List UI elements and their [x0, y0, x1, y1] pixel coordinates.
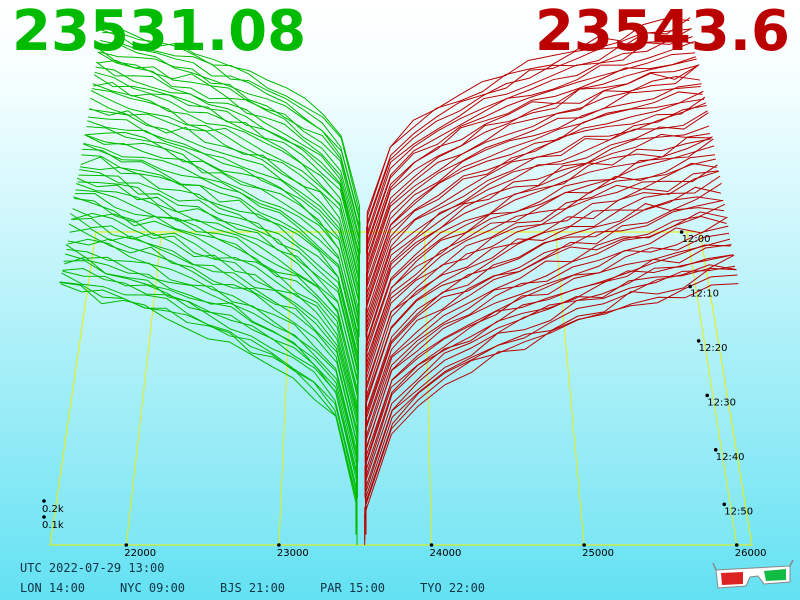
price-tick-1	[277, 543, 281, 547]
time-tick-label-1: 12:10	[690, 288, 719, 299]
timezone-tyo: TYO 22:00	[420, 581, 486, 595]
price-tick-2	[429, 543, 434, 547]
volume-tick-0	[42, 515, 46, 519]
timezone-par: PAR 15:00	[320, 581, 386, 595]
volume-tick-label-1: 0.2k	[42, 504, 64, 515]
time-tick-label-3: 12:30	[707, 397, 736, 408]
price-tick-label-4: 26000	[735, 548, 767, 559]
volume-tick-label-0: 0.1k	[42, 520, 64, 531]
volume-tick-1	[42, 499, 46, 503]
price-axis: 22000 23000 24000 25000 26000	[124, 543, 767, 559]
3d-glasses-icon[interactable]	[712, 560, 794, 594]
price-tick-label-3: 25000	[582, 548, 614, 559]
time-tick-label-2: 12:20	[699, 343, 728, 354]
price-tick-label-1: 23000	[277, 548, 309, 559]
timezone-bjs: BJS 21:00	[220, 581, 286, 595]
price-tick-label-2: 24000	[430, 548, 462, 559]
time-tick-label-4: 12:40	[716, 452, 745, 463]
time-tick-label-5: 12:50	[724, 506, 753, 517]
timezone-lon: LON 14:00	[20, 581, 86, 595]
timezone-nyc: NYC 09:00	[120, 581, 186, 595]
price-tick-4	[734, 543, 739, 547]
price-tick-0	[124, 543, 129, 547]
depth-chart: 22000 23000 24000 25000 26000 12:00 12:10 12:2…	[42, 17, 767, 559]
utc-timestamp: UTC 2022-07-29 13:00	[20, 561, 165, 575]
price-tick-label-0: 22000	[124, 548, 156, 559]
time-tick-label-0: 12:00	[682, 234, 711, 245]
price-tick-3	[582, 543, 586, 547]
